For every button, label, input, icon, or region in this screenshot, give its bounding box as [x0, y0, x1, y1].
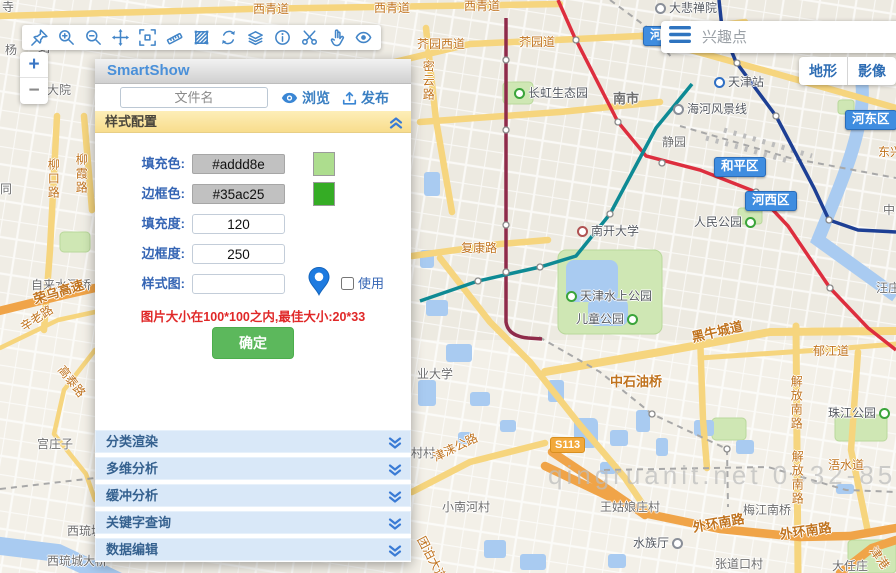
menu-hamburger-icon[interactable]	[669, 26, 691, 48]
pushpin-icon	[30, 28, 49, 47]
browse-button[interactable]: 浏览	[281, 88, 330, 108]
select-hand-icon	[327, 28, 346, 47]
filename-input[interactable]	[120, 87, 268, 108]
border-color-swatch[interactable]	[313, 182, 335, 206]
layers-icon	[246, 28, 265, 47]
image-size-hint: 图片大小在100*100之内,最佳大小:20*33	[140, 310, 366, 324]
section-title: 缓冲分析	[106, 488, 159, 503]
tool-pan-button[interactable]	[107, 26, 134, 49]
tool-measure-distance-button[interactable]	[161, 26, 188, 49]
fill-opacity-input[interactable]	[192, 214, 285, 234]
section-title: 分类渲染	[106, 434, 159, 449]
section-multi-dimension-analysis[interactable]: 多维分析	[95, 457, 411, 480]
zoom-out-icon	[84, 28, 103, 47]
section-keyword-query[interactable]: 关键字查询	[95, 511, 411, 534]
use-checkbox[interactable]	[341, 277, 354, 290]
style-config-title: 样式配置	[105, 114, 158, 129]
measure-distance-icon	[165, 28, 184, 47]
tool-refresh-button[interactable]	[215, 26, 242, 49]
tool-visibility-eye-button[interactable]	[350, 26, 377, 49]
smartshow-panel: SmartShow 浏览 发布 样式配置	[95, 59, 411, 562]
zoom-out-button[interactable]: −	[20, 78, 48, 104]
panel-accordion: 分类渲染 多维分析 缓冲分析 关键字查询 数据编辑	[95, 430, 411, 565]
style-image-label: 样式图:	[141, 276, 185, 291]
chevron-double-down-icon	[388, 490, 402, 508]
map-watermark: qingruanit.net 0532-85025005	[548, 460, 896, 490]
confirm-button[interactable]: 确定	[212, 327, 294, 359]
section-classified-render[interactable]: 分类渲染	[95, 430, 411, 453]
tool-pushpin-button[interactable]	[26, 26, 53, 49]
panel-header[interactable]: SmartShow	[95, 59, 411, 84]
refresh-icon	[219, 28, 238, 47]
section-title: 多维分析	[106, 461, 159, 476]
fill-opacity-label: 填充度:	[141, 216, 185, 231]
visibility-eye-icon	[354, 28, 373, 47]
fill-color-swatch[interactable]	[313, 152, 335, 176]
chevron-double-down-icon	[388, 517, 402, 535]
full-extent-icon	[138, 28, 157, 47]
zoom-in-button[interactable]: +	[20, 52, 48, 78]
publish-upload-icon	[342, 91, 357, 105]
section-title: 关键字查询	[106, 515, 172, 530]
use-checkbox-label: 使用	[358, 276, 385, 291]
border-color-input[interactable]	[192, 184, 285, 204]
basemap-switch: 地形 影像	[799, 57, 896, 85]
identify-icon	[273, 28, 292, 47]
style-image-input[interactable]	[192, 274, 285, 294]
tool-select-hand-button[interactable]	[323, 26, 350, 49]
clip-icon	[300, 28, 319, 47]
browse-eye-icon	[281, 92, 298, 104]
file-row: 浏览 发布	[95, 84, 411, 110]
poi-search-box	[661, 21, 896, 53]
tool-measure-area-button[interactable]	[188, 26, 215, 49]
tool-full-extent-button[interactable]	[134, 26, 161, 49]
zoom-in-icon	[57, 28, 76, 47]
zoom-control: + −	[20, 52, 48, 104]
pan-icon	[111, 28, 130, 47]
chevron-double-down-icon	[388, 463, 402, 481]
map-toolbar	[22, 25, 381, 50]
section-data-edit[interactable]: 数据编辑	[95, 538, 411, 561]
section-buffer-analysis[interactable]: 缓冲分析	[95, 484, 411, 507]
chevron-double-down-icon	[388, 436, 402, 454]
tool-zoom-out-button[interactable]	[80, 26, 107, 49]
poi-search-input[interactable]	[700, 27, 896, 47]
tool-clip-button[interactable]	[296, 26, 323, 49]
imagery-button[interactable]: 影像	[848, 57, 896, 85]
tool-layers-button[interactable]	[242, 26, 269, 49]
chevron-double-up-icon	[389, 116, 403, 134]
terrain-button[interactable]: 地形	[799, 57, 848, 85]
border-width-label: 边框度:	[141, 246, 185, 261]
border-width-input[interactable]	[192, 244, 285, 264]
chevron-double-down-icon	[388, 544, 402, 562]
publish-button[interactable]: 发布	[342, 88, 389, 108]
fill-color-label: 填充色:	[141, 156, 185, 171]
fill-color-input[interactable]	[192, 154, 285, 174]
map-marker-icon[interactable]	[307, 266, 331, 302]
tool-identify-button[interactable]	[269, 26, 296, 49]
measure-area-icon	[192, 28, 211, 47]
section-title: 数据编辑	[106, 542, 159, 557]
style-config-section-header[interactable]: 样式配置	[95, 110, 411, 133]
panel-title: SmartShow	[107, 62, 190, 79]
border-color-label: 边框色:	[141, 186, 185, 201]
tool-zoom-in-button[interactable]	[53, 26, 80, 49]
map-application: 寺西青道西青道西青道杨站家大院大悲禅院芥园西道芥园道密云路天津站海河风景线长虹生…	[0, 0, 896, 573]
